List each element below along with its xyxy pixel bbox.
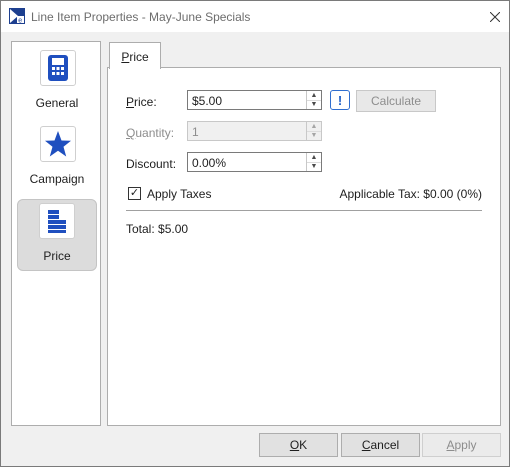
apply-taxes-label: Apply Taxes	[147, 187, 212, 201]
quantity-field[interactable]: 1 ▲ ▼	[187, 121, 322, 141]
quantity-label: Quantity:	[126, 126, 175, 140]
cancel-button[interactable]: Cancel	[341, 433, 420, 457]
discount-label-text: Discount:	[126, 157, 177, 171]
cancel-label: Cancel	[361, 438, 400, 452]
spin-down-icon[interactable]: ▼	[307, 162, 321, 171]
dialog-window: e Line Item Properties - May-June Specia…	[0, 0, 510, 467]
total-text: Total: $5.00	[126, 222, 189, 236]
sidebar-item-general[interactable]: General	[18, 46, 96, 116]
calculate-button[interactable]: Calculate	[356, 90, 436, 112]
price-field[interactable]: $5.00 ▲ ▼	[187, 90, 322, 110]
tab-price[interactable]: Price	[109, 42, 161, 69]
price-label: Price:	[126, 95, 157, 109]
calculator-icon	[40, 50, 76, 86]
price-stack-icon	[39, 203, 75, 239]
sidebar-item-label: Price	[43, 249, 71, 263]
ok-button[interactable]: OK	[259, 433, 338, 457]
ok-label: OK	[289, 438, 308, 452]
sidebar-item-price[interactable]: Price	[17, 199, 97, 271]
quantity-value: 1	[192, 125, 199, 139]
tab-label: Price	[121, 50, 149, 64]
window-title: Line Item Properties - May-June Specials	[31, 10, 251, 24]
discount-value: 0.00%	[192, 156, 227, 170]
spin-down-icon[interactable]: ▼	[307, 100, 321, 109]
sidebar-item-label: General	[35, 96, 79, 110]
spin-down-icon[interactable]: ▼	[307, 131, 321, 140]
title-bar: e Line Item Properties - May-June Specia…	[1, 1, 509, 32]
applicable-tax-text: Applicable Tax: $0.00 (0%)	[339, 187, 482, 201]
exclamation-icon: !	[337, 92, 343, 108]
close-icon	[490, 11, 500, 22]
calculate-label: Calculate	[370, 94, 422, 108]
apply-label: Apply	[446, 438, 477, 452]
star-icon	[40, 126, 76, 162]
svg-text:e: e	[18, 17, 22, 24]
apply-button[interactable]: Apply	[422, 433, 501, 457]
price-value: $5.00	[192, 94, 223, 108]
divider	[126, 210, 482, 211]
info-button[interactable]: !	[330, 90, 350, 110]
checkmark-icon: ✓	[129, 187, 140, 199]
app-icon: e	[9, 8, 25, 24]
price-panel: Price: $5.00 ▲ ▼ ! Calculate Quantity: 1…	[107, 67, 501, 426]
discount-spinner[interactable]: ▲ ▼	[306, 153, 321, 171]
sidebar-item-label: Campaign	[29, 172, 85, 186]
discount-field[interactable]: 0.00% ▲ ▼	[187, 152, 322, 172]
discount-label: Discount:	[126, 157, 176, 171]
sidebar: General Campaign Price	[11, 41, 101, 426]
quantity-spinner[interactable]: ▲ ▼	[306, 122, 321, 140]
sidebar-item-campaign[interactable]: Campaign	[18, 122, 96, 192]
price-spinner[interactable]: ▲ ▼	[306, 91, 321, 109]
close-button[interactable]	[481, 1, 509, 32]
apply-taxes-checkbox[interactable]: ✓	[128, 187, 141, 200]
